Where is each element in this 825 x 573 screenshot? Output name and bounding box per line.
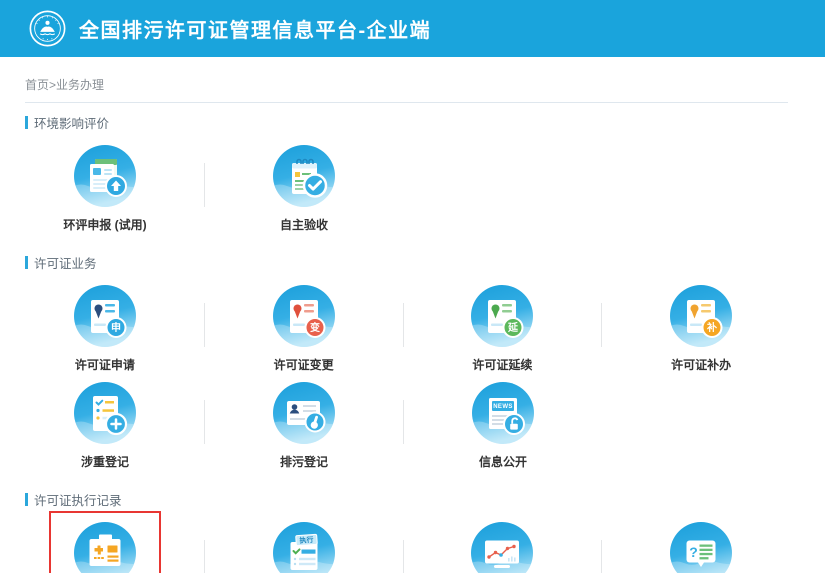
ledger-icon <box>74 522 136 573</box>
svg-text:变: 变 <box>310 321 320 334</box>
section-title: 许可证业务 <box>25 253 800 272</box>
section-title-label: 许可证业务 <box>34 253 97 272</box>
cert-icon: 变 <box>273 285 335 347</box>
service-item-label: 排污登记 <box>280 455 328 469</box>
cert-icon: 补 <box>670 285 732 347</box>
section-title-label: 许可证执行记录 <box>34 490 122 509</box>
svg-text:补: 补 <box>706 321 717 334</box>
notepad-check-icon <box>273 145 335 207</box>
section: 环境影响评价环评申报 (试用) 自主验收 <box>25 113 800 232</box>
service-item[interactable]: 申许可证申请 <box>6 285 204 372</box>
exec-report-icon: 执行 <box>273 522 335 573</box>
section-title-bar <box>25 256 28 269</box>
service-item-label: 信息公开 <box>479 455 527 469</box>
docs-upload-icon <box>74 145 136 207</box>
news-unlock-icon: NEWS <box>472 382 534 444</box>
mee-logo-icon <box>29 10 66 47</box>
service-item[interactable]: 自主验收 <box>205 145 403 232</box>
service-item-label: 许可证申请 <box>75 358 135 372</box>
service-item[interactable]: 延许可证延续 <box>404 285 602 372</box>
items-row: 台账记录执行执行报告监测记录?改正规定 <box>6 522 800 573</box>
service-item[interactable]: 执行执行报告 <box>205 522 403 573</box>
section-title-bar <box>25 116 28 129</box>
service-item[interactable]: 补许可证补办 <box>602 285 800 372</box>
monitor-chart-icon <box>471 522 533 573</box>
service-item[interactable]: 监测记录 <box>404 522 602 573</box>
service-item[interactable]: 环评申报 (试用) <box>6 145 204 232</box>
service-item[interactable]: 排污登记 <box>205 382 403 469</box>
items-row: 申许可证申请变许可证变更延许可证延续补许可证补办 <box>6 285 800 372</box>
service-item-label: 许可证变更 <box>274 358 334 372</box>
section-title-label: 环境影响评价 <box>34 113 109 132</box>
svg-text:NEWS: NEWS <box>493 404 513 410</box>
service-item-label: 许可证延续 <box>472 358 532 372</box>
section: 许可证业务申许可证申请变许可证变更延许可证延续补许可证补办涉重登记排污登记NEW… <box>25 253 800 469</box>
cert-icon: 申 <box>74 285 136 347</box>
checklist-plus-icon <box>74 382 136 444</box>
service-item[interactable]: 台账记录 <box>6 522 204 573</box>
svg-text:申: 申 <box>111 321 121 334</box>
svg-text:?: ? <box>689 544 698 560</box>
service-item[interactable]: 涉重登记 <box>6 382 204 469</box>
section: 许可证执行记录台账记录执行执行报告监测记录?改正规定 <box>25 490 800 573</box>
section-title: 许可证执行记录 <box>25 490 800 509</box>
service-item-label: 涉重登记 <box>81 455 129 469</box>
svg-text:延: 延 <box>507 321 519 334</box>
app-title: 全国排污许可证管理信息平台-企业端 <box>79 14 431 43</box>
service-item[interactable]: ?改正规定 <box>602 522 800 573</box>
breadcrumb[interactable]: 首页>业务办理 <box>25 76 788 103</box>
service-item-label: 许可证补办 <box>671 358 731 372</box>
cert-icon: 延 <box>471 285 533 347</box>
sections-container: 环境影响评价环评申报 (试用)自主验收许可证业务申许可证申请变许可证变更延许可证… <box>25 113 800 573</box>
book-question-icon: ? <box>670 522 732 573</box>
main-content: 首页>业务办理 环境影响评价环评申报 (试用)自主验收许可证业务申许可证申请变许… <box>0 76 825 573</box>
items-row: 环评申报 (试用) 自主验收 <box>6 145 800 232</box>
card-hand-icon <box>273 382 335 444</box>
section-title: 环境影响评价 <box>25 113 800 132</box>
items-row: 涉重登记 排污登记 NEWS 信息公开 <box>6 382 800 469</box>
service-item-label: 自主验收 <box>280 218 328 232</box>
service-item[interactable]: NEWS 信息公开 <box>404 382 602 469</box>
app-header: 全国排污许可证管理信息平台-企业端 <box>0 0 825 57</box>
section-title-bar <box>25 493 28 506</box>
service-item-label: 环评申报 (试用) <box>63 218 146 232</box>
service-item[interactable]: 变许可证变更 <box>205 285 403 372</box>
